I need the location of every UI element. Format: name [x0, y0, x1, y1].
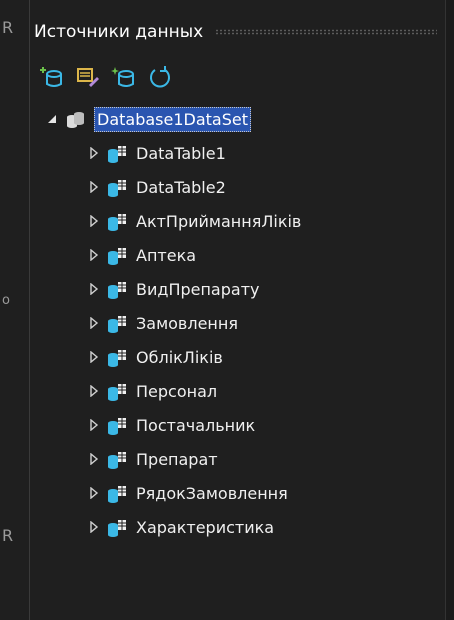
expand-chevron-icon[interactable]: [88, 248, 100, 262]
data-sources-tree: Database1DataSet DataTable1 DataTable2 Акт…: [38, 102, 438, 544]
panel-drag-grip[interactable]: [215, 29, 437, 35]
tree-table-node[interactable]: ОблікЛіків: [38, 340, 438, 374]
dataset-icon: [64, 108, 86, 130]
expand-chevron-icon[interactable]: [88, 452, 100, 466]
expand-chevron-icon[interactable]: [88, 384, 100, 398]
tree-table-node[interactable]: DataTable2: [38, 170, 438, 204]
tree-table-label: DataTable1: [136, 143, 226, 163]
expand-chevron-icon[interactable]: [88, 282, 100, 296]
data-table-icon: [106, 380, 128, 402]
tree-table-label: Препарат: [136, 449, 218, 469]
data-sources-window: R o R Источники данных Database1DataSet …: [0, 0, 454, 620]
tree-table-label: Персонал: [136, 381, 218, 401]
data-table-icon: [106, 482, 128, 504]
editor-left-gutter: R o R: [0, 0, 28, 620]
data-table-icon: [106, 448, 128, 470]
expand-chevron-icon[interactable]: [88, 146, 100, 160]
expand-chevron-icon[interactable]: [88, 316, 100, 330]
expand-chevron-icon[interactable]: [88, 418, 100, 432]
tree-table-node[interactable]: Аптека: [38, 238, 438, 272]
data-table-icon: [106, 312, 128, 334]
edit-dataset-button[interactable]: [74, 63, 102, 91]
configure-dataset-wizard-icon: [111, 67, 134, 87]
data-table-icon: [106, 346, 128, 368]
tree-table-node[interactable]: Замовлення: [38, 306, 438, 340]
tree-table-node[interactable]: Персонал: [38, 374, 438, 408]
data-table-icon: [106, 244, 128, 266]
tree-table-node[interactable]: РядокЗамовлення: [38, 476, 438, 510]
tree-table-label: Аптека: [136, 245, 197, 265]
data-table-icon: [106, 210, 128, 232]
expand-chevron-icon[interactable]: [88, 486, 100, 500]
data-sources-toolbar: [38, 60, 174, 94]
gutter-r-glyph: R: [2, 526, 14, 545]
tree-table-node[interactable]: DataTable1: [38, 136, 438, 170]
right-scroll-gutter[interactable]: [445, 0, 454, 620]
tree-table-label: АктПрийманняЛіків: [136, 211, 302, 231]
expand-chevron-icon[interactable]: [88, 214, 100, 228]
tree-table-label: ОблікЛіків: [136, 347, 223, 367]
expand-chevron-icon[interactable]: [88, 520, 100, 534]
edit-dataset-designer-icon: [77, 68, 99, 87]
gutter-bracket-glyph: o: [2, 293, 10, 308]
tree-table-label: Характеристика: [136, 517, 275, 537]
tree-table-node[interactable]: Постачальник: [38, 408, 438, 442]
data-table-icon: [106, 414, 128, 436]
tree-table-label: ВидПрепарату: [136, 279, 260, 299]
refresh-icon: [150, 66, 170, 88]
panel-title: Источники данных: [34, 22, 204, 42]
data-table-icon: [106, 176, 128, 198]
add-database-icon: [40, 67, 62, 87]
tree-table-label: DataTable2: [136, 177, 226, 197]
configure-dataset-button[interactable]: [110, 63, 138, 91]
collapse-chevron-icon[interactable]: [46, 112, 58, 126]
data-table-icon: [106, 278, 128, 300]
tree-root-label: Database1DataSet: [94, 106, 251, 132]
tree-table-node[interactable]: Препарат: [38, 442, 438, 476]
tree-table-node[interactable]: АктПрийманняЛіків: [38, 204, 438, 238]
tree-table-node[interactable]: Характеристика: [38, 510, 438, 544]
tree-table-label: Постачальник: [136, 415, 256, 435]
add-data-source-button[interactable]: [38, 63, 66, 91]
tree-table-label: РядокЗамовлення: [136, 483, 288, 503]
tree-table-node[interactable]: ВидПрепарату: [38, 272, 438, 306]
refresh-button[interactable]: [146, 63, 174, 91]
tree-table-label: Замовлення: [136, 313, 238, 333]
expand-chevron-icon[interactable]: [88, 350, 100, 364]
panel-title-bar[interactable]: Источники данных: [31, 14, 441, 50]
tree-root-node[interactable]: Database1DataSet: [38, 102, 438, 136]
data-table-icon: [106, 516, 128, 538]
data-table-icon: [106, 142, 128, 164]
gutter-r-glyph: R: [2, 18, 14, 37]
expand-chevron-icon[interactable]: [88, 180, 100, 194]
